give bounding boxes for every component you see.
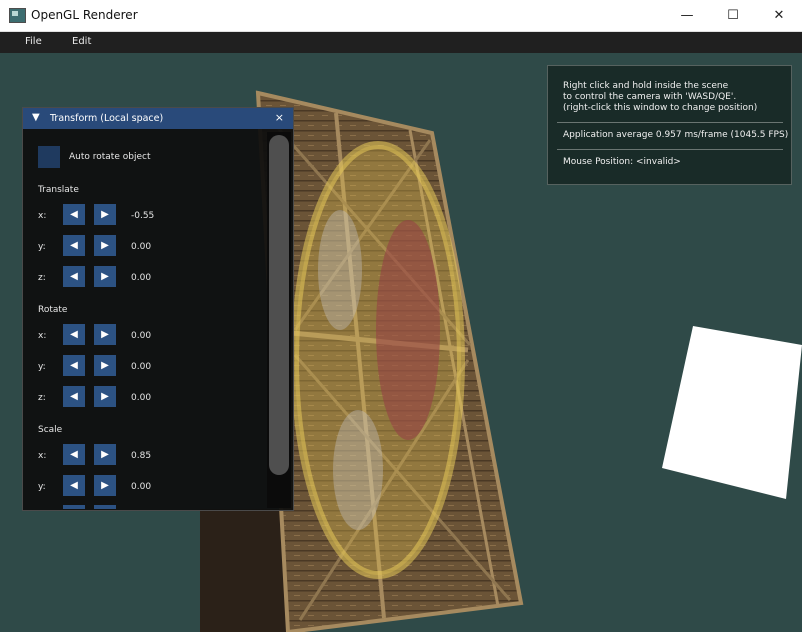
auto-rotate-checkbox[interactable] xyxy=(38,146,60,168)
translate-z-label: z: xyxy=(38,273,46,283)
window-title: OpenGL Renderer xyxy=(31,8,138,22)
translate-x-value: -0.55 xyxy=(131,211,155,221)
close-icon[interactable]: × xyxy=(275,111,284,124)
overlay-divider xyxy=(557,122,783,123)
rotate-z-decrease-button[interactable]: ◀ xyxy=(63,386,85,407)
rotate-x-value: 0.00 xyxy=(131,331,152,341)
rotate-y-label: y: xyxy=(38,362,46,372)
crate-side-face xyxy=(200,509,290,632)
mouse-position-readout: Mouse Position: <invalid> xyxy=(563,157,681,167)
white-quad xyxy=(662,326,802,499)
rotate-z-value: 0.00 xyxy=(131,393,152,403)
rotate-x-increase-button[interactable]: ▶ xyxy=(94,324,116,345)
translate-y-increase-button[interactable]: ▶ xyxy=(94,235,116,256)
translate-y-decrease-button[interactable]: ◀ xyxy=(63,235,85,256)
translate-x-decrease-button[interactable]: ◀ xyxy=(63,204,85,225)
translate-x-increase-button[interactable]: ▶ xyxy=(94,204,116,225)
scale-x-increase-button[interactable]: ▶ xyxy=(94,444,116,465)
stats-overlay[interactable]: Right click and hold inside the scene to… xyxy=(547,65,792,185)
camera-hint-line-1: Right click and hold inside the scene xyxy=(563,81,729,91)
translate-z-increase-button[interactable]: ▶ xyxy=(94,266,116,287)
scale-x-decrease-button[interactable]: ◀ xyxy=(63,444,85,465)
maximize-button[interactable]: ☐ xyxy=(710,0,756,31)
transform-panel[interactable]: ▼ Transform (Local space) × Auto rotate … xyxy=(22,107,294,511)
panel-title: Transform (Local space) xyxy=(50,113,164,124)
rotate-section-label: Rotate xyxy=(38,305,68,315)
rotate-x-label: x: xyxy=(38,331,47,341)
rotate-z-label: z: xyxy=(38,393,46,403)
menu-edit[interactable]: Edit xyxy=(72,36,91,47)
minimize-button[interactable]: — xyxy=(664,0,710,31)
panel-header[interactable]: ▼ Transform (Local space) × xyxy=(23,108,293,129)
scale-y-increase-button[interactable]: ▶ xyxy=(94,475,116,496)
fps-readout: Application average 0.957 ms/frame (1045… xyxy=(563,130,789,140)
translate-section-label: Translate xyxy=(38,185,79,195)
collapse-arrow-icon[interactable]: ▼ xyxy=(32,112,40,123)
close-window-button[interactable]: ✕ xyxy=(756,0,802,31)
scale-z-decrease-button-partial[interactable] xyxy=(63,505,85,509)
window-title-bar: OpenGL Renderer — ☐ ✕ xyxy=(0,0,802,32)
menu-file[interactable]: File xyxy=(25,36,42,47)
panel-scrollbar-thumb[interactable] xyxy=(269,135,289,475)
auto-rotate-label: Auto rotate object xyxy=(69,152,151,162)
camera-hint-line-3: (right-click this window to change posit… xyxy=(563,103,758,113)
app-icon xyxy=(9,8,26,23)
scale-y-decrease-button[interactable]: ◀ xyxy=(63,475,85,496)
camera-hint-line-2: to control the camera with 'WASD/QE'. xyxy=(563,92,737,102)
scale-z-increase-button-partial[interactable] xyxy=(94,505,116,509)
rotate-y-decrease-button[interactable]: ◀ xyxy=(63,355,85,376)
scale-y-label: y: xyxy=(38,482,46,492)
scale-y-value: 0.00 xyxy=(131,482,152,492)
menu-bar: File Edit xyxy=(0,32,802,53)
overlay-divider xyxy=(557,149,783,150)
rotate-z-increase-button[interactable]: ▶ xyxy=(94,386,116,407)
rotate-y-increase-button[interactable]: ▶ xyxy=(94,355,116,376)
rotate-x-decrease-button[interactable]: ◀ xyxy=(63,324,85,345)
translate-y-value: 0.00 xyxy=(131,242,152,252)
rotate-y-value: 0.00 xyxy=(131,362,152,372)
translate-x-label: x: xyxy=(38,211,47,221)
scale-section-label: Scale xyxy=(38,425,63,435)
translate-z-value: 0.00 xyxy=(131,273,152,283)
scale-x-value: 0.85 xyxy=(131,451,152,461)
translate-y-label: y: xyxy=(38,242,46,252)
scale-x-label: x: xyxy=(38,451,47,461)
translate-z-decrease-button[interactable]: ◀ xyxy=(63,266,85,287)
